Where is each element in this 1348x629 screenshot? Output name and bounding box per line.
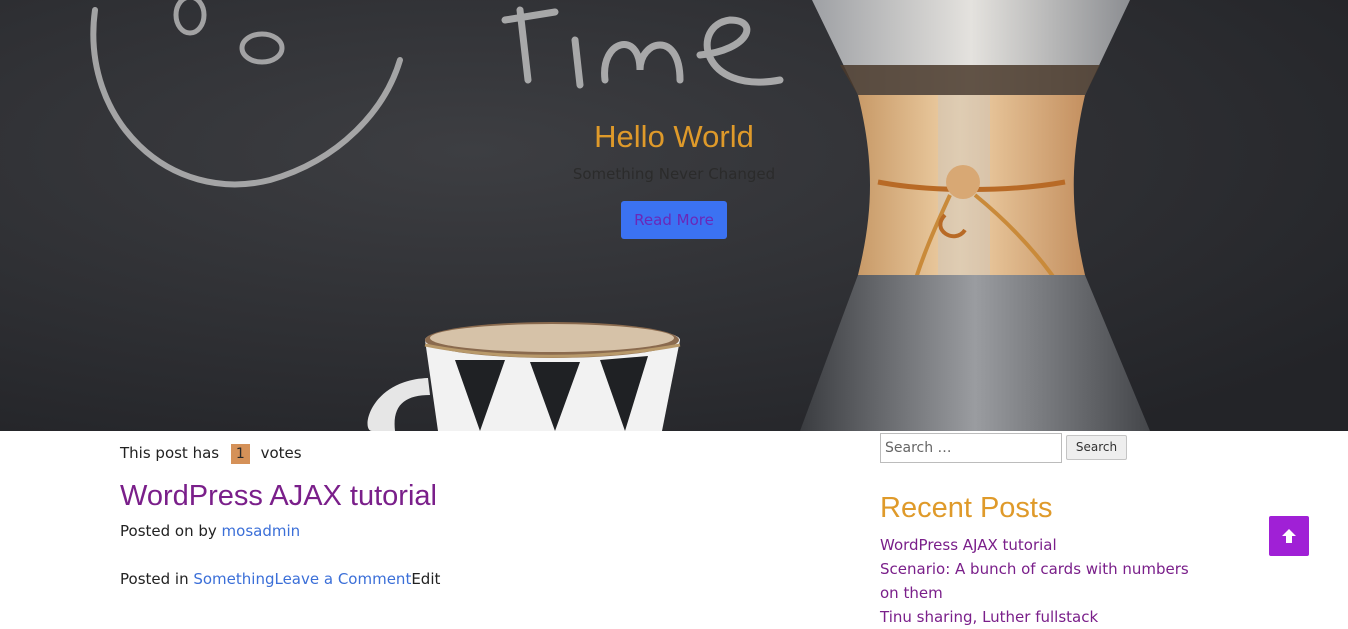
recent-posts-title: Recent Posts [880,492,1053,524]
leave-comment-link[interactable]: Leave a Comment [274,570,411,588]
read-more-button[interactable]: Read More [621,201,727,239]
posted-on-label: Posted on by [120,522,217,540]
post-title-link[interactable]: WordPress AJAX tutorial [120,478,437,514]
category-link[interactable]: Something [193,570,274,588]
search-button[interactable]: Search [1066,435,1127,460]
posted-in-label: Posted in [120,570,189,588]
hero-subtitle: Something Never Changed [572,165,776,183]
edit-link[interactable]: Edit [411,570,440,588]
scroll-to-top-button[interactable] [1269,516,1309,556]
arrow-up-icon [1282,529,1296,543]
votes-prefix: This post has [120,444,220,462]
post-meta-posted-in: Posted in SomethingLeave a CommentEdit [120,568,440,590]
recent-post-item[interactable]: WordPress AJAX tutorial [880,533,1200,557]
hero-title: Hello World [594,119,754,154]
votes-line: This post has 1 votes [120,442,302,464]
recent-posts-list: WordPress AJAX tutorial Scenario: A bunc… [880,533,1200,629]
search-input[interactable] [880,433,1062,463]
post-meta-posted-on: Posted on by mosadmin [120,520,300,542]
vote-count-badge: 1 [230,444,250,464]
hero-caption: Hello World Something Never Changed Read… [0,118,1348,239]
recent-post-item[interactable]: Tinu sharing, Luther fullstack [880,605,1200,629]
votes-suffix: votes [260,444,302,462]
recent-post-item[interactable]: Scenario: A bunch of cards with numbers … [880,557,1200,605]
hero-banner: Hello World Something Never Changed Read… [0,0,1348,431]
author-link[interactable]: mosadmin [222,522,301,540]
